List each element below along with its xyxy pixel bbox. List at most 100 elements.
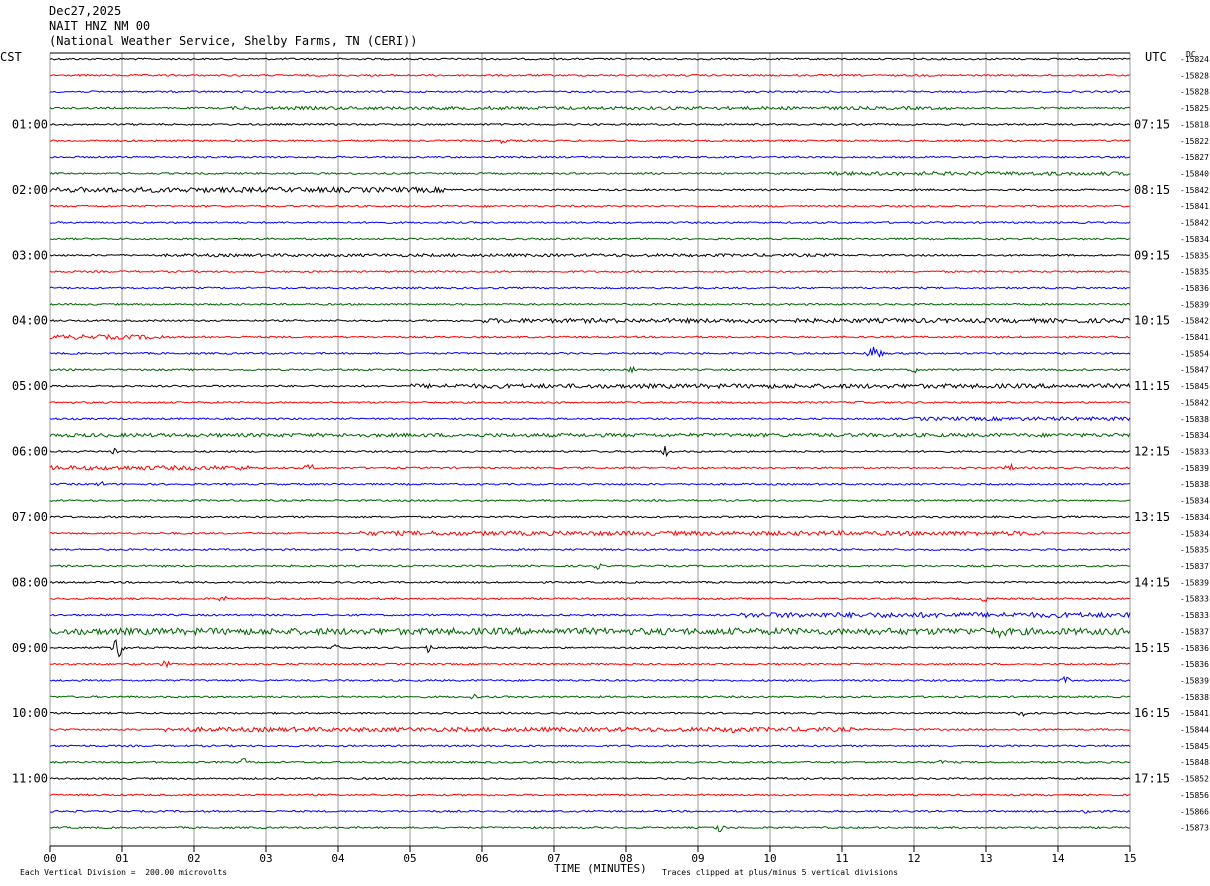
x-tick-label: 03 — [259, 852, 272, 865]
dc-offset-label: -15842 — [1180, 186, 1209, 195]
trace-line — [49, 481, 1131, 487]
dc-offset-label: -15839 — [1180, 300, 1209, 309]
dc-offset-label: -15824 — [1180, 55, 1209, 64]
trace-line — [49, 317, 1131, 325]
trace-line — [50, 711, 1131, 717]
dc-offset-label: -15837 — [1180, 627, 1209, 636]
x-tick-label: 11 — [835, 852, 848, 865]
hour-label-right: 07:15 — [1134, 117, 1170, 131]
hour-label-left: 04:00 — [12, 314, 48, 328]
hour-label-right: 14:15 — [1134, 575, 1170, 589]
dc-offset-label: -15842 — [1180, 219, 1209, 228]
trace-line — [49, 346, 1131, 358]
trace-line — [49, 675, 1131, 684]
hour-label-left: 01:00 — [12, 117, 48, 131]
trace-line — [49, 498, 1131, 503]
trace-line — [49, 57, 1131, 61]
hour-label-right: 16:15 — [1134, 706, 1170, 720]
dc-offset-label: -15852 — [1180, 775, 1209, 784]
hour-label-left: 07:00 — [12, 510, 48, 524]
dc-offset-label: -15836 — [1180, 284, 1209, 293]
x-axis-label: TIME (MINUTES) — [554, 862, 647, 875]
dc-offset-label: -15835 — [1180, 251, 1209, 260]
trace-line — [49, 777, 1131, 781]
x-tick-label: 09 — [691, 852, 704, 865]
dc-offset-label: -15834 — [1180, 431, 1209, 440]
dc-offset-label: -15834 — [1180, 497, 1209, 506]
dc-offset-label: -15833 — [1180, 611, 1209, 620]
x-tick-label: 00 — [43, 852, 56, 865]
trace-line — [49, 809, 1131, 814]
dc-offset-label: -15842 — [1180, 317, 1209, 326]
trace-line — [49, 170, 1131, 177]
dc-offset-label: -15839 — [1180, 676, 1209, 685]
dc-offset-label: -15818 — [1180, 120, 1209, 129]
trace-line — [50, 595, 1131, 603]
dc-offset-label: -15838 — [1180, 480, 1209, 489]
dc-offset-label: -15845 — [1180, 742, 1209, 751]
trace-line — [49, 73, 1131, 77]
dc-offset-label: -15839 — [1180, 578, 1209, 587]
clip-note: Traces clipped at plus/minus 5 vertical … — [662, 868, 899, 877]
hour-label-right: 11:15 — [1134, 379, 1170, 393]
hour-label-left: 03:00 — [12, 248, 48, 262]
dc-offset-label: -15844 — [1180, 726, 1209, 735]
trace-line — [49, 462, 1131, 472]
trace-line — [49, 432, 1131, 439]
dc-offset-label: -15848 — [1180, 758, 1209, 767]
hour-label-left: 10:00 — [12, 706, 48, 720]
trace-line — [49, 793, 1131, 797]
dc-offset-label: -15841 — [1180, 202, 1209, 211]
hour-label-right: 09:15 — [1134, 248, 1170, 262]
trace-line — [49, 744, 1131, 748]
trace-line — [49, 333, 1131, 341]
dc-offset-label: -15845 — [1180, 382, 1209, 391]
hour-label-right: 15:15 — [1134, 641, 1170, 655]
hour-label-right: 08:15 — [1134, 183, 1170, 197]
x-tick-label: 14 — [1051, 852, 1065, 865]
hour-label-left: 11:00 — [12, 772, 48, 786]
seismogram-plot: 00 01 02 03 04 05 06 07 08 09 10 11 12 13 14 15-15824-1… — [12, 52, 1209, 865]
trace-line — [49, 446, 1131, 458]
x-tick-label: 06 — [475, 852, 488, 865]
dc-offset-label: -15841 — [1180, 333, 1209, 342]
dc-offset-label: -15839 — [1180, 464, 1209, 473]
trace-line — [49, 400, 1131, 404]
trace-line — [49, 580, 1130, 584]
trace-line — [49, 758, 1131, 764]
trace-line — [49, 726, 1131, 734]
dc-offset-label: -15828 — [1180, 71, 1209, 80]
x-tick-label: 04 — [331, 852, 345, 865]
dc-offset-label: -15835 — [1180, 546, 1209, 555]
trace-line — [49, 302, 1131, 306]
dc-offset-label: -15838 — [1180, 693, 1209, 702]
dc-offset-label: -15847 — [1180, 366, 1209, 375]
trace-line — [49, 415, 1131, 422]
trace-line — [49, 382, 1131, 390]
trace-line — [49, 660, 1131, 669]
trace-line — [49, 626, 1131, 639]
dc-offset-label: -15866 — [1180, 807, 1209, 816]
trace-line — [49, 122, 1131, 126]
hour-label-left: 08:00 — [12, 575, 48, 589]
division-note: Each Vertical Division = 200.00 microvol… — [20, 868, 228, 877]
dc-offset-label: -15873 — [1180, 824, 1209, 833]
dc-offset-label: -15838 — [1180, 415, 1209, 424]
dc-offset-label: -15828 — [1180, 88, 1209, 97]
dc-offset-label: -15835 — [1180, 268, 1209, 277]
trace-line — [49, 563, 1131, 570]
dc-offset-label: -15834 — [1180, 513, 1209, 522]
hour-label-right: 17:15 — [1134, 772, 1170, 786]
trace-line — [49, 155, 1131, 159]
dc-offset-label: -15827 — [1180, 153, 1209, 162]
hour-label-left: 06:00 — [12, 445, 48, 459]
dc-offset-label: -15840 — [1180, 169, 1209, 178]
trace-line — [49, 220, 1131, 225]
hour-label-right: 10:15 — [1134, 314, 1170, 328]
dc-offset-label: -15837 — [1180, 562, 1209, 571]
dc-offset-label: -15833 — [1180, 448, 1209, 457]
trace-line — [50, 693, 1131, 700]
trace-line — [49, 105, 1131, 111]
dc-offset-label: -15834 — [1180, 529, 1209, 538]
trace-line — [49, 269, 1131, 274]
